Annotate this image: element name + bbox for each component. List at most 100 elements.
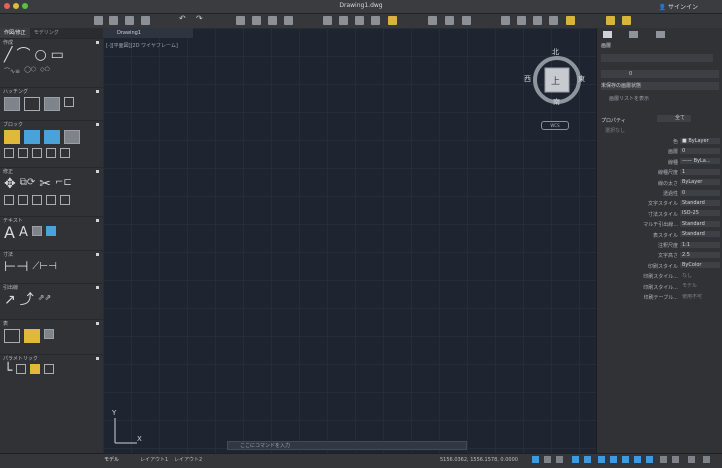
view-icon[interactable] xyxy=(428,16,437,25)
geometric-constraint-icon[interactable]: └ xyxy=(4,364,12,378)
save-as-icon[interactable] xyxy=(141,16,150,25)
properties-toggle-icon[interactable] xyxy=(622,16,631,25)
property-value[interactable]: Standard xyxy=(680,199,720,206)
block-tool-5-icon[interactable] xyxy=(60,148,70,158)
spell-check-icon[interactable] xyxy=(45,226,56,236)
block-tool-2-icon[interactable] xyxy=(18,148,28,158)
quick-select-icon[interactable] xyxy=(517,16,526,25)
property-value[interactable]: Standard xyxy=(680,220,720,227)
block-tool-4-icon[interactable] xyxy=(46,148,56,158)
property-value[interactable]: 1:1 xyxy=(680,241,720,248)
grid-icon[interactable] xyxy=(544,456,551,463)
show-constraints-icon[interactable] xyxy=(44,364,55,374)
lineweight-icon[interactable] xyxy=(622,456,629,463)
viewport-controls[interactable]: [-][平面図][2D ワイヤフレーム] xyxy=(106,42,178,49)
palette-toggle-icon[interactable] xyxy=(606,16,615,25)
save-icon[interactable] xyxy=(125,16,134,25)
compass-south[interactable]: 南 xyxy=(553,97,560,107)
text-style-icon[interactable] xyxy=(31,226,42,236)
hatch-icon[interactable] xyxy=(4,97,20,111)
annotation-visibility-icon[interactable] xyxy=(660,456,667,463)
property-value[interactable]: 1 xyxy=(680,168,720,175)
property-value[interactable]: —— ByLa... xyxy=(680,158,720,165)
properties-filter[interactable]: 全て xyxy=(657,115,691,122)
blocks-tab-icon[interactable] xyxy=(656,31,665,38)
property-value[interactable]: モデル xyxy=(680,283,720,289)
compass-north[interactable]: 北 xyxy=(552,47,559,57)
table-icon[interactable] xyxy=(4,329,20,343)
sign-in-button[interactable]: 👤 サインイン xyxy=(659,2,698,11)
mirror-icon[interactable] xyxy=(4,195,14,205)
viewcube-top-face[interactable]: 上 xyxy=(551,74,560,87)
insert-block-icon[interactable] xyxy=(4,130,20,144)
move-icon[interactable]: ✥ xyxy=(4,177,16,191)
viewcube[interactable]: 北 南 東 西 上 xyxy=(524,47,587,107)
table-style-icon[interactable] xyxy=(24,329,40,343)
array-icon[interactable] xyxy=(32,195,42,205)
section-header[interactable]: テキスト xyxy=(0,216,103,224)
edit-block-icon[interactable] xyxy=(44,130,60,144)
gradient-icon[interactable] xyxy=(24,97,40,111)
current-layer-dropdown[interactable]: 0 xyxy=(601,70,719,78)
aligned-dimension-icon[interactable]: ⟋⊢⊣ xyxy=(32,260,56,274)
block-tool-1-icon[interactable] xyxy=(4,148,14,158)
customization-icon[interactable] xyxy=(703,456,710,463)
property-value[interactable]: Standard xyxy=(680,231,720,238)
line-icon[interactable]: ╱ xyxy=(4,48,12,62)
command-input[interactable]: ここにコマンドを入力 xyxy=(240,443,290,449)
property-value[interactable]: なし xyxy=(680,273,720,279)
layout-tab-2[interactable]: レイアウト2 xyxy=(174,456,202,463)
snap-icon[interactable] xyxy=(556,456,563,463)
print-icon[interactable] xyxy=(252,16,261,25)
page-setup-icon[interactable] xyxy=(268,16,277,25)
mtext-icon[interactable]: A xyxy=(4,225,15,241)
ortho-icon[interactable] xyxy=(572,456,579,463)
constraint-lock-icon[interactable] xyxy=(30,364,41,374)
wcs-menu[interactable]: WCS xyxy=(541,121,569,130)
region-icon[interactable] xyxy=(64,97,74,107)
object-track-icon[interactable] xyxy=(610,456,617,463)
circle-icon[interactable]: ○ xyxy=(34,48,46,62)
section-header[interactable]: 作成 xyxy=(0,38,103,46)
ellipse-icon[interactable]: ◯⬡ xyxy=(24,66,36,75)
show-layer-list-button[interactable]: 画層リストを表示 xyxy=(609,95,649,102)
dimensional-constraint-icon[interactable] xyxy=(16,364,27,374)
property-value[interactable]: 使用不可 xyxy=(680,294,720,300)
section-header[interactable]: 表 xyxy=(0,319,103,327)
section-header[interactable]: 修正 xyxy=(0,167,103,175)
pan-icon[interactable] xyxy=(445,16,454,25)
measure-icon[interactable] xyxy=(533,16,542,25)
layer-state-dropdown[interactable]: 未保存の画層状態 xyxy=(601,82,719,90)
transparency-icon[interactable] xyxy=(634,456,641,463)
section-header[interactable]: パラメトリック xyxy=(0,354,103,362)
layout-tab-1[interactable]: レイアウト1 xyxy=(140,456,168,463)
explode-icon[interactable] xyxy=(46,195,56,205)
layer-match-icon[interactable] xyxy=(388,16,397,25)
section-header[interactable]: ハッチング xyxy=(0,87,103,95)
list-icon[interactable] xyxy=(549,16,558,25)
layer-state-icon[interactable] xyxy=(339,16,348,25)
align-leader-icon[interactable]: ⇗⇗ xyxy=(38,293,51,307)
model-tab[interactable]: モデル xyxy=(104,456,119,463)
annotation-scale-icon[interactable] xyxy=(672,456,679,463)
match-properties-icon[interactable] xyxy=(501,16,510,25)
trim-icon[interactable]: ✂ xyxy=(39,177,51,191)
open-file-icon[interactable] xyxy=(109,16,118,25)
property-value[interactable]: 0 xyxy=(680,147,720,154)
section-header[interactable]: ブロック xyxy=(0,120,103,128)
orbit-icon[interactable] xyxy=(462,16,471,25)
multileader-icon[interactable]: ↗ xyxy=(4,293,16,307)
tab-draw-modify[interactable]: 作図/修正 xyxy=(0,28,30,38)
compass-east[interactable]: 東 xyxy=(578,74,585,84)
stretch-icon[interactable] xyxy=(60,195,70,205)
undo-icon[interactable]: ↶ xyxy=(179,14,188,23)
attribute-icon[interactable] xyxy=(64,130,80,144)
arc-icon[interactable]: ⌒∿≡ xyxy=(4,66,20,75)
create-block-icon[interactable] xyxy=(24,130,40,144)
property-value[interactable]: 0 xyxy=(680,189,720,196)
layer-icon[interactable] xyxy=(323,16,332,25)
single-line-text-icon[interactable]: A xyxy=(19,226,28,240)
copy-icon[interactable]: ⧉⟳ xyxy=(20,177,36,191)
workspace-icon[interactable] xyxy=(688,456,695,463)
property-value[interactable]: ■ ByLayer xyxy=(680,137,720,144)
